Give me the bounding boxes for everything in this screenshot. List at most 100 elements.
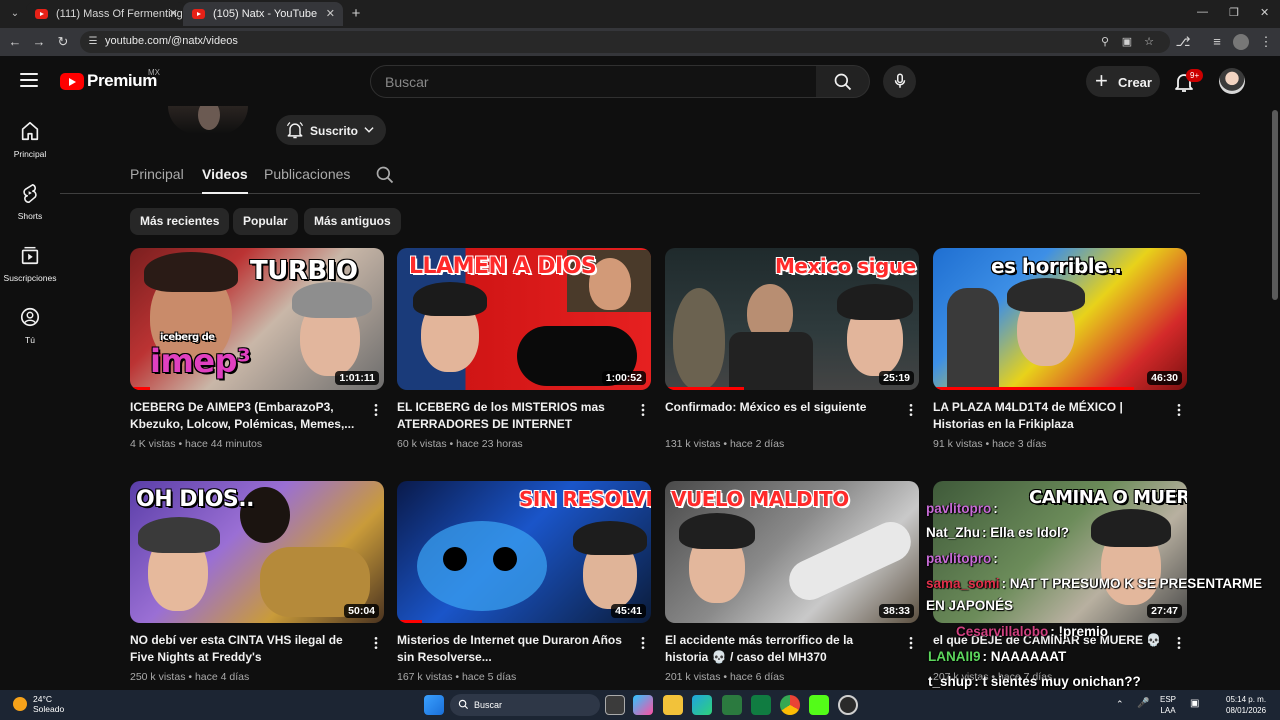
channel-search-icon[interactable] — [375, 165, 395, 185]
browser-tab-2-active[interactable]: (105) Natx - YouTube ✕ — [183, 2, 343, 26]
tab-principal[interactable]: Principal — [130, 166, 184, 182]
chat-text: : Ella es Idol? — [982, 525, 1070, 540]
chat-username: Cesarvillalobo — [956, 624, 1049, 639]
back-arrow-icon[interactable]: ← — [7, 34, 23, 50]
reading-list-icon[interactable]: ≡ — [1209, 34, 1225, 50]
shorts-icon — [23, 183, 37, 203]
address-bar[interactable]: ☰ youtube.com/@natx/videos ⚲ ▣ ☆ — [80, 31, 1170, 53]
video-thumbnail[interactable]: TURBIO iceberg de imep³ 1:01:11 — [130, 248, 384, 390]
guide-item-shorts[interactable]: Shorts — [0, 182, 60, 242]
close-tab-icon[interactable]: ✕ — [169, 2, 178, 26]
video-title[interactable]: ICEBERG De AIMEP3 (EmbarazoP3, Kbezuko, … — [130, 399, 362, 433]
close-tab-icon[interactable]: ✕ — [326, 2, 335, 26]
premium-logo-text[interactable]: Premium — [87, 71, 157, 91]
chip-oldest[interactable]: Más antiguos — [304, 208, 401, 235]
sun-weather-icon[interactable] — [13, 697, 27, 711]
hamburger-menu-icon[interactable] — [20, 73, 38, 87]
tab-search-chevron-icon[interactable]: ⌄ — [6, 5, 24, 23]
video-title[interactable]: Confirmado: México es el siguiente — [665, 399, 897, 416]
new-tab-button[interactable]: + — [346, 4, 366, 24]
restore-window-icon[interactable]: ❐ — [1229, 6, 1239, 19]
chrome-icon[interactable] — [780, 695, 800, 715]
site-info-icon[interactable]: ☰ — [86, 35, 100, 49]
search-input[interactable] — [385, 73, 805, 91]
cast-icon[interactable]: ▣ — [1120, 35, 1134, 49]
video-thumbnail[interactable]: es horrible.. 46:30 — [933, 248, 1187, 390]
more-vert-icon[interactable] — [368, 635, 384, 651]
copilot-icon[interactable] — [633, 695, 653, 715]
more-vert-icon[interactable] — [903, 402, 919, 418]
channel-avatar[interactable] — [168, 106, 248, 134]
more-vert-icon[interactable] — [368, 402, 384, 418]
video-thumbnail[interactable]: Mexico sigue 25:19 — [665, 248, 919, 390]
voice-search-button[interactable] — [883, 65, 916, 98]
upload-age: hace 2 días — [729, 438, 785, 450]
input-language[interactable]: ESP LAA — [1160, 694, 1176, 716]
tab-publicaciones[interactable]: Publicaciones — [264, 166, 350, 182]
chip-most-recent[interactable]: Más recientes — [130, 208, 230, 235]
more-vert-icon[interactable] — [635, 635, 651, 651]
taskbar-search[interactable]: Buscar — [450, 694, 600, 716]
minimize-window-icon[interactable]: — — [1197, 6, 1208, 18]
xbox-icon[interactable] — [751, 695, 771, 715]
video-card[interactable]: LLAMEN A DIOS 1:00:52 EL ICEBERG de los … — [397, 248, 651, 450]
account-avatar[interactable] — [1219, 68, 1245, 94]
video-title[interactable]: EL ICEBERG de los MISTERIOS mas ATERRADO… — [397, 399, 629, 433]
task-view-icon[interactable] — [605, 695, 625, 715]
weather-widget[interactable]: 24°C Soleado — [33, 694, 64, 714]
guide-item-subscriptions[interactable]: Suscripciones — [0, 244, 60, 304]
video-card[interactable]: SIN RESOLVER 45:41 Misterios de Internet… — [397, 481, 651, 683]
video-card[interactable]: es horrible.. 46:30 LA PLAZA M4LD1T4 de … — [933, 248, 1187, 450]
video-title[interactable]: LA PLAZA M4LD1T4 de MÉXICO | Historias e… — [933, 399, 1165, 433]
tab-videos[interactable]: Videos — [202, 166, 248, 194]
excel-icon[interactable] — [722, 695, 742, 715]
forward-arrow-icon[interactable]: → — [31, 34, 47, 50]
video-card[interactable]: VUELO MALDITO 38:33 El accidente más ter… — [665, 481, 919, 683]
file-explorer-icon[interactable] — [663, 695, 683, 715]
more-vert-icon[interactable] — [1171, 402, 1187, 418]
browser-tab-1[interactable]: (111) Mass Of Fermenting Dreg ✕ — [26, 2, 186, 26]
kick-icon[interactable] — [809, 695, 829, 715]
more-vert-icon[interactable] — [635, 402, 651, 418]
guide-item-home[interactable]: Principal — [0, 120, 60, 180]
youtube-logo-icon[interactable] — [60, 73, 84, 90]
video-card[interactable]: TURBIO iceberg de imep³ 1:01:11 ICEBERG … — [130, 248, 384, 450]
chat-text: : NAT T PRESUMO K SE PRESENTARME — [1001, 576, 1263, 591]
profile-icon[interactable] — [1233, 34, 1249, 50]
create-button[interactable]: + Crear — [1086, 66, 1160, 97]
url-text[interactable]: youtube.com/@natx/videos — [105, 35, 238, 47]
zoom-icon[interactable]: ⚲ — [1098, 35, 1112, 49]
video-title[interactable]: Misterios de Internet que Duraron Años s… — [397, 632, 629, 666]
thumbnail-hair — [413, 282, 487, 316]
page-scrollbar[interactable] — [1270, 106, 1280, 690]
subscribed-button[interactable]: Suscrito — [276, 115, 386, 145]
tray-chevron-icon[interactable]: ⌃ — [1116, 699, 1124, 710]
clock[interactable]: 05:14 p. m. 08/01/2026 — [1226, 694, 1266, 716]
bookmark-star-icon[interactable]: ☆ — [1142, 35, 1156, 49]
browser-menu-icon[interactable]: ⋮ — [1258, 34, 1274, 50]
more-vert-icon[interactable] — [903, 635, 919, 651]
search-button[interactable] — [816, 65, 870, 98]
reload-icon[interactable]: ↻ — [55, 34, 71, 50]
close-window-icon[interactable]: ✕ — [1260, 6, 1269, 19]
video-card[interactable]: OH DIOS.. 50:04 NO debí ver esta CINTA V… — [130, 481, 384, 683]
thumbnail-hair — [292, 282, 372, 318]
extensions-icon[interactable]: ⎇ — [1175, 34, 1191, 50]
chip-popular[interactable]: Popular — [233, 208, 298, 235]
left-guide: Principal Shorts Suscripciones Tú — [0, 106, 60, 690]
network-icon[interactable]: ▣ — [1190, 698, 1199, 709]
windows-start-icon[interactable] — [424, 695, 444, 715]
scrollbar-thumb[interactable] — [1272, 110, 1278, 300]
video-thumbnail[interactable]: LLAMEN A DIOS 1:00:52 — [397, 248, 651, 390]
edge-browser-icon[interactable] — [692, 695, 712, 715]
video-card[interactable]: Mexico sigue 25:19 Confirmado: México es… — [665, 248, 919, 450]
video-title[interactable]: NO debí ver esta CINTA VHS ilegal de Fiv… — [130, 632, 362, 666]
video-title[interactable]: El accidente más terrorífico de la histo… — [665, 632, 897, 666]
video-thumbnail[interactable]: SIN RESOLVER 45:41 — [397, 481, 651, 623]
video-thumbnail[interactable]: OH DIOS.. 50:04 — [130, 481, 384, 623]
chat-message: Nat_Zhu: Ella es Idol? — [926, 525, 1069, 540]
video-thumbnail[interactable]: VUELO MALDITO 38:33 — [665, 481, 919, 623]
obs-icon[interactable] — [838, 695, 858, 715]
microphone-tray-icon[interactable]: 🎤 — [1137, 698, 1149, 709]
guide-item-you[interactable]: Tú — [0, 306, 60, 366]
